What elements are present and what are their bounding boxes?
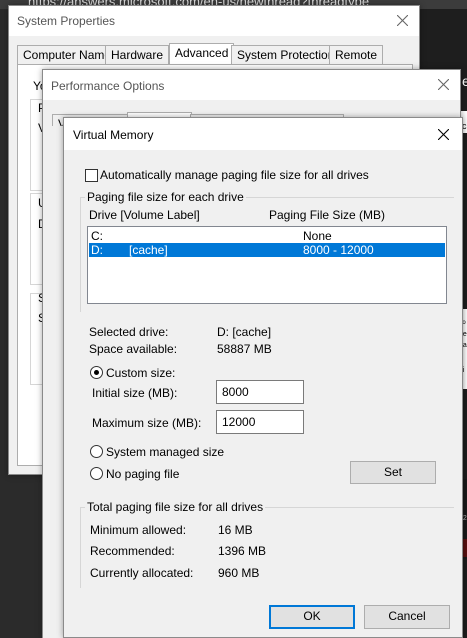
group-title: Paging file size for each drive xyxy=(85,190,246,204)
list-item[interactable]: C: None xyxy=(89,229,445,243)
system-managed-label[interactable]: System managed size xyxy=(106,445,224,459)
max-size-input[interactable] xyxy=(216,410,304,434)
paging-size: None xyxy=(303,229,332,243)
drive-letter: D: xyxy=(91,243,103,257)
system-managed-radio[interactable] xyxy=(90,445,103,458)
selected-drive-value: D: [cache] xyxy=(217,325,272,339)
currently-allocated-label: Currently allocated: xyxy=(90,566,194,580)
initial-size-label: Initial size (MB): xyxy=(92,386,178,400)
selected-drive-label: Selected drive: xyxy=(89,325,169,339)
tab-computer-name[interactable]: Computer Name xyxy=(17,45,118,64)
paging-size: 8000 - 12000 xyxy=(303,243,374,257)
window-title: Performance Options xyxy=(51,79,165,93)
custom-size-radio[interactable] xyxy=(90,366,103,379)
space-available-value: 58887 MB xyxy=(217,342,272,356)
no-paging-label[interactable]: No paging file xyxy=(106,467,179,481)
window-title: Virtual Memory xyxy=(73,128,154,142)
tab-advanced[interactable]: Advanced xyxy=(169,43,235,64)
recommended-value: 1396 MB xyxy=(218,544,267,558)
min-allowed-value: 16 MB xyxy=(218,523,253,537)
group-title: Total paging file size for all drives xyxy=(85,500,266,514)
initial-size-input[interactable] xyxy=(216,380,304,404)
ok-button[interactable]: OK xyxy=(269,605,355,629)
currently-allocated-value: 960 MB xyxy=(218,566,260,580)
drive-letter: C: xyxy=(91,229,103,243)
custom-size-label[interactable]: Custom size: xyxy=(106,366,175,380)
set-button[interactable]: Set xyxy=(350,461,436,484)
no-paging-radio[interactable] xyxy=(90,467,103,480)
close-icon[interactable] xyxy=(432,124,454,146)
tab-hardware[interactable]: Hardware xyxy=(105,45,170,64)
performance-options-titlebar: Performance Options xyxy=(43,70,460,100)
tab-remote[interactable]: Remote xyxy=(329,45,384,64)
tab-system-protection[interactable]: System Protection xyxy=(231,45,341,64)
volume-label: [cache] xyxy=(129,243,168,257)
system-properties-titlebar: System Properties xyxy=(9,6,419,36)
window-title: System Properties xyxy=(17,14,116,28)
list-item[interactable]: D: [cache] 8000 - 12000 xyxy=(89,243,445,257)
close-icon[interactable] xyxy=(432,74,454,96)
min-allowed-label: Minimum allowed: xyxy=(90,523,187,537)
drive-list[interactable]: C: None D: [cache] 8000 - 12000 xyxy=(87,226,447,304)
close-icon[interactable] xyxy=(391,10,413,32)
max-size-label: Maximum size (MB): xyxy=(92,416,202,430)
cancel-button[interactable]: Cancel xyxy=(364,605,450,629)
column-header-size: Paging File Size (MB) xyxy=(269,208,386,222)
virtual-memory-titlebar: Virtual Memory xyxy=(64,118,462,150)
recommended-label: Recommended: xyxy=(90,544,175,558)
virtual-memory-dialog: Virtual Memory Automatically manage pagi… xyxy=(63,117,463,638)
bg-fragment: e xyxy=(462,73,467,89)
column-header-drive: Drive [Volume Label] xyxy=(89,208,200,222)
auto-manage-label[interactable]: Automatically manage paging file size fo… xyxy=(100,168,369,182)
space-available-label: Space available: xyxy=(89,342,178,356)
auto-manage-checkbox[interactable] xyxy=(85,169,98,182)
